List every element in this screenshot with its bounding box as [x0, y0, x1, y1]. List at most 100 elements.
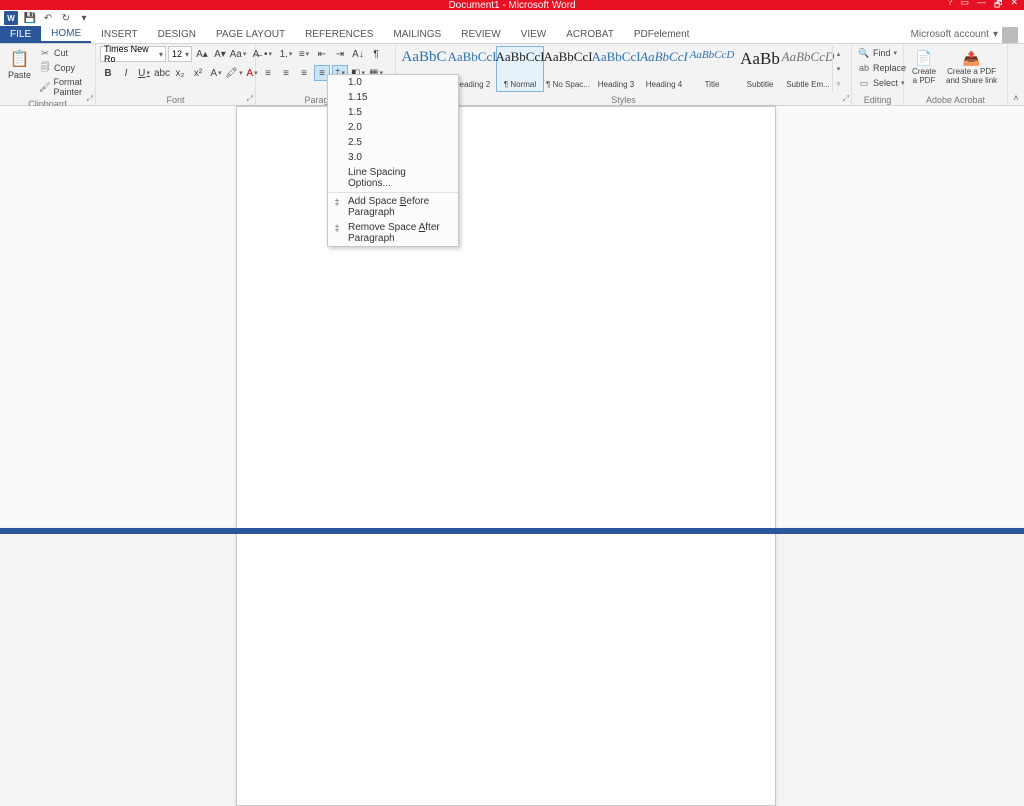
document-page[interactable]: [236, 106, 776, 806]
redo-button[interactable]: ↻: [60, 12, 72, 24]
tab-acrobat[interactable]: ACROBAT: [556, 26, 624, 43]
italic-button[interactable]: I: [118, 65, 134, 81]
find-button[interactable]: 🔍Find▾: [856, 46, 908, 60]
remove-space-icon: ‡: [331, 222, 343, 234]
text-effects-button[interactable]: A: [208, 65, 224, 81]
style-normal[interactable]: AaBbCcI¶ Normal: [496, 46, 544, 92]
spacing-1-15[interactable]: 1.15: [328, 90, 458, 105]
titlebar: Document1 - Microsoft Word ? ▭ — 🗗 ✕: [0, 0, 1024, 10]
spacing-1-0[interactable]: 1.0: [328, 75, 458, 90]
group-font: Times New Ro 12 A▴ A▾ Aa A̶ B I U abc x₂…: [96, 44, 256, 105]
tab-review[interactable]: REVIEW: [451, 26, 510, 43]
sort-button[interactable]: A↓: [350, 46, 366, 62]
style-subtle-emphasis[interactable]: AaBbCcDSubtle Em...: [784, 46, 832, 92]
document-area: [0, 106, 1024, 526]
create-pdf-button[interactable]: 📄 Create a PDF: [908, 46, 940, 88]
font-group-label: Font: [100, 94, 251, 105]
save-button[interactable]: 💾: [24, 12, 36, 24]
gallery-expand-icon[interactable]: ▿: [833, 77, 844, 92]
replace-button[interactable]: abReplace: [856, 61, 908, 75]
group-styles: AaBbCHeading 1 AaBbCcIHeading 2 AaBbCcI¶…: [396, 44, 852, 105]
clipboard-launcher-icon[interactable]: ⤢: [87, 94, 93, 104]
copy-icon: 🗐: [39, 62, 51, 74]
spacing-1-5[interactable]: 1.5: [328, 105, 458, 120]
bold-button[interactable]: B: [100, 65, 116, 81]
undo-button[interactable]: ↶: [42, 12, 54, 24]
spacing-3-0[interactable]: 3.0: [328, 150, 458, 165]
tab-file[interactable]: FILE: [0, 26, 41, 43]
style-heading-3[interactable]: AaBbCcIHeading 3: [592, 46, 640, 92]
tab-view[interactable]: VIEW: [511, 26, 557, 43]
format-painter-button[interactable]: 🖌Format Painter: [37, 76, 91, 98]
avatar[interactable]: [1002, 27, 1018, 43]
style-no-spacing[interactable]: AaBbCcI¶ No Spac...: [544, 46, 592, 92]
paste-label: Paste: [8, 71, 31, 81]
styles-gallery: AaBbCHeading 1 AaBbCcIHeading 2 AaBbCcI¶…: [400, 46, 844, 92]
styles-gallery-more: ▴ ▾ ▿: [832, 46, 844, 92]
tab-design[interactable]: DESIGN: [148, 26, 206, 43]
account-dropdown-icon[interactable]: ▾: [993, 29, 998, 40]
numbering-button[interactable]: 1.: [278, 46, 294, 62]
line-spacing-options[interactable]: Line Spacing Options...: [328, 165, 458, 191]
dropdown-separator: [328, 192, 458, 193]
tab-page-layout[interactable]: PAGE LAYOUT: [206, 26, 295, 43]
group-adobe: 📄 Create a PDF 📤 Create a PDF and Share …: [904, 44, 1008, 105]
window-title: Document1 - Microsoft Word: [448, 0, 575, 11]
paste-button[interactable]: 📋 Paste: [4, 46, 35, 83]
tab-mailings[interactable]: MAILINGS: [383, 26, 451, 43]
decrease-indent-button[interactable]: ⇤: [314, 46, 330, 62]
adobe-group-label: Adobe Acrobat: [908, 94, 1003, 105]
qat-customize-icon[interactable]: ▾: [78, 12, 90, 24]
add-space-before[interactable]: ‡Add Space Before Paragraph: [328, 194, 458, 220]
tab-home[interactable]: HOME: [41, 26, 91, 43]
add-space-icon: ‡: [331, 196, 343, 208]
spacing-2-0[interactable]: 2.0: [328, 120, 458, 135]
spacing-2-5[interactable]: 2.5: [328, 135, 458, 150]
increase-indent-button[interactable]: ⇥: [332, 46, 348, 62]
style-heading-4[interactable]: AaBbCcIHeading 4: [640, 46, 688, 92]
tab-pdfelement[interactable]: PDFelement: [624, 26, 700, 43]
font-launcher-icon[interactable]: ⤢: [247, 94, 253, 104]
line-spacing-dropdown: 1.0 1.15 1.5 2.0 2.5 3.0 Line Spacing Op…: [327, 74, 459, 247]
status-bar: [0, 528, 1024, 534]
account-label[interactable]: Microsoft account: [911, 29, 989, 40]
highlight-button[interactable]: 🖍: [226, 65, 242, 81]
tab-references[interactable]: REFERENCES: [295, 26, 383, 43]
cut-button[interactable]: ✂Cut: [37, 46, 91, 60]
select-icon: ▭: [858, 77, 870, 89]
align-center-button[interactable]: ≡: [278, 65, 294, 81]
font-size-combo[interactable]: 12: [168, 46, 192, 62]
font-name-combo[interactable]: Times New Ro: [100, 46, 166, 62]
copy-button[interactable]: 🗐Copy: [37, 61, 91, 75]
multilevel-list-button[interactable]: ≡: [296, 46, 312, 62]
shrink-font-button[interactable]: A▾: [212, 46, 228, 62]
paste-icon: 📋: [9, 48, 31, 70]
ribbon: 📋 Paste ✂Cut 🗐Copy 🖌Format Painter Clipb…: [0, 44, 1024, 106]
bullets-button[interactable]: •: [260, 46, 276, 62]
grow-font-button[interactable]: A▴: [194, 46, 210, 62]
styles-group-label: Styles: [400, 94, 847, 105]
editing-group-label: Editing: [856, 94, 899, 105]
style-subtitle[interactable]: AaBbSubtitle: [736, 46, 784, 92]
underline-button[interactable]: U: [136, 65, 152, 81]
quick-access-toolbar: W 💾 ↶ ↻ ▾: [0, 10, 1024, 26]
subscript-button[interactable]: x₂: [172, 65, 188, 81]
styles-launcher-icon[interactable]: ⤢: [843, 94, 849, 104]
align-left-button[interactable]: ≡: [260, 65, 276, 81]
tab-insert[interactable]: INSERT: [91, 26, 148, 43]
format-painter-icon: 🖌: [39, 81, 50, 93]
share-pdf-icon: 📤: [961, 48, 983, 68]
change-case-button[interactable]: Aa: [230, 46, 246, 62]
remove-space-after[interactable]: ‡Remove Space After Paragraph: [328, 220, 458, 246]
create-pdf-icon: 📄: [913, 48, 935, 68]
style-title[interactable]: AaBbCcDTitle: [688, 46, 736, 92]
create-share-pdf-button[interactable]: 📤 Create a PDF and Share link: [942, 46, 1001, 88]
gallery-down-icon[interactable]: ▾: [833, 61, 844, 76]
gallery-up-icon[interactable]: ▴: [833, 46, 844, 61]
show-marks-button[interactable]: ¶: [368, 46, 384, 62]
superscript-button[interactable]: x²: [190, 65, 206, 81]
select-button[interactable]: ▭Select▾: [856, 76, 908, 90]
collapse-ribbon-icon[interactable]: ˄: [1008, 44, 1024, 105]
align-right-button[interactable]: ≡: [296, 65, 312, 81]
strikethrough-button[interactable]: abc: [154, 65, 170, 81]
